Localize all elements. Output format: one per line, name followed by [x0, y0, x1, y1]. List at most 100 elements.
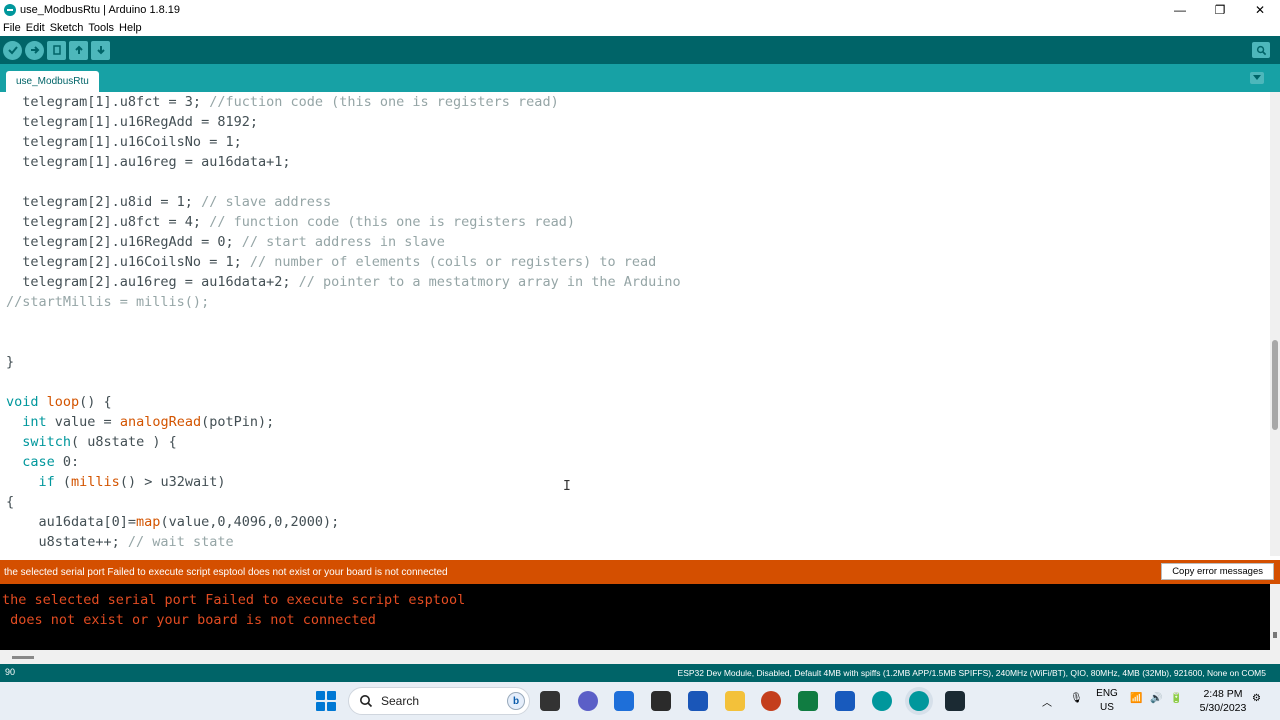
arduino-active-taskbar-icon[interactable]	[909, 691, 929, 711]
code-line: telegram[2].u16RegAdd = 0; // start addr…	[6, 234, 445, 250]
search-icon	[360, 695, 373, 708]
word-icon[interactable]	[835, 691, 855, 711]
teams-chat-icon[interactable]	[578, 691, 598, 711]
chevron-down-icon	[1253, 75, 1261, 80]
console-horizontal-scrollbar[interactable]	[0, 650, 1280, 664]
windows-logo-icon	[316, 691, 325, 700]
clock-date: 5/30/2023	[1199, 702, 1247, 714]
maximize-button[interactable]: ❐	[1200, 0, 1240, 20]
console-line: the selected serial port Failed to execu…	[2, 592, 466, 608]
toolbar	[0, 36, 1280, 64]
language-code: ENG	[1096, 688, 1118, 699]
search-label: Search	[381, 694, 420, 708]
code-editor[interactable]: telegram[1].u8fct = 3; //fuction code (t…	[0, 92, 1270, 556]
show-hidden-icons-icon[interactable]: ︿	[1042, 694, 1052, 709]
store-icon[interactable]	[614, 691, 634, 711]
code-line: {	[6, 494, 15, 510]
microphone-icon[interactable]: 🎙	[1070, 693, 1083, 704]
console-vertical-scrollbar[interactable]	[1270, 584, 1280, 650]
keyboard-region: US	[1100, 702, 1114, 713]
powerpoint-icon[interactable]	[761, 691, 781, 711]
close-button[interactable]: ✕	[1240, 0, 1280, 20]
copy-error-messages-button[interactable]: Copy error messages	[1161, 563, 1274, 580]
windows-logo-icon	[327, 691, 336, 700]
notification-icon[interactable]: ⚙	[1252, 693, 1261, 704]
menu-bar: File Edit Sketch Tools Help	[0, 20, 1280, 36]
code-line: telegram[1].au16reg = au16data+1;	[6, 154, 291, 170]
status-bar: 90 ESP32 Dev Module, Disabled, Default 4…	[0, 664, 1280, 682]
clock-time: 2:48 PM	[1203, 688, 1243, 700]
upload-icon	[30, 46, 39, 54]
code-line: if (millis() > u32wait)	[38, 474, 226, 490]
clock[interactable]: 2:48 PM 5/30/2023	[1196, 687, 1250, 715]
verify-button[interactable]	[3, 40, 22, 60]
tab-menu-button[interactable]	[1250, 72, 1264, 84]
window-titlebar[interactable]: use_ModbusRtu | Arduino 1.8.19 — ❐ ✕	[0, 0, 1280, 20]
windows-taskbar: Search b ︿ 🎙 ENG US 📶 🔊 🔋 2:48 PM 5/30/2…	[0, 682, 1280, 720]
code-line: telegram[1].u8fct = 3; //fuction code (t…	[6, 94, 559, 110]
menu-file[interactable]: File	[3, 22, 21, 34]
window-title: use_ModbusRtu | Arduino 1.8.19	[20, 4, 181, 16]
terminal-icon[interactable]	[945, 691, 965, 711]
code-line: telegram[2].u16CoilsNo = 1; // number of…	[6, 254, 657, 270]
battery-icon[interactable]: 🔋	[1170, 693, 1182, 704]
windows-logo-icon	[316, 702, 325, 711]
menu-tools[interactable]: Tools	[88, 22, 114, 34]
visual-studio-icon[interactable]	[688, 691, 708, 711]
open-icon	[74, 45, 83, 54]
text-cursor-icon: I	[563, 479, 571, 494]
code-line: telegram[2].u8id = 1; // slave address	[6, 194, 332, 210]
code-line: telegram[2].au16reg = au16data+2; // poi…	[6, 274, 681, 290]
task-view-icon[interactable]	[540, 691, 560, 711]
upload-button[interactable]	[25, 40, 44, 60]
volume-icon[interactable]: 🔊	[1150, 693, 1162, 704]
menu-help[interactable]: Help	[119, 22, 142, 34]
windows-logo-icon	[327, 702, 336, 711]
code-line: case 0:	[22, 454, 80, 470]
window-controls: — ❐ ✕	[1160, 0, 1280, 20]
scrollbar-thumb[interactable]	[12, 656, 34, 659]
magnifier-icon	[1256, 45, 1266, 55]
taskbar-search[interactable]: Search b	[348, 687, 530, 715]
line-number: 90	[5, 667, 16, 677]
error-bar: the selected serial port Failed to execu…	[0, 560, 1280, 584]
console-line: does not exist or your board is not conn…	[2, 612, 376, 628]
save-icon	[96, 46, 105, 55]
verify-icon	[7, 46, 18, 55]
error-message: the selected serial port Failed to execu…	[4, 566, 448, 578]
file-explorer-icon[interactable]	[725, 691, 745, 711]
tab-use-modbusrtu[interactable]: use_ModbusRtu	[6, 71, 99, 92]
serial-monitor-button[interactable]	[1252, 42, 1270, 58]
board-info: ESP32 Dev Module, Disabled, Default 4MB …	[677, 668, 1266, 678]
scrollbar-thumb[interactable]	[1272, 340, 1278, 430]
arduino-taskbar-icon[interactable]	[872, 691, 892, 711]
code-line: telegram[1].u16CoilsNo = 1;	[6, 134, 242, 150]
wifi-icon[interactable]: 📶	[1130, 693, 1142, 704]
scroll-arrow-icon[interactable]	[1273, 632, 1277, 638]
bing-icon[interactable]: b	[507, 692, 525, 710]
code-line: //startMillis = millis();	[6, 294, 210, 310]
menu-sketch[interactable]: Sketch	[50, 22, 84, 34]
new-button[interactable]	[47, 40, 66, 60]
windows-start-button[interactable]	[316, 691, 336, 711]
open-button[interactable]	[69, 40, 88, 60]
app-cube-icon[interactable]	[651, 691, 671, 711]
language-indicator[interactable]: ENG US	[1094, 687, 1120, 715]
code-line: switch( u8state ) {	[22, 434, 177, 450]
code-line: void loop() {	[6, 394, 112, 410]
code-line: telegram[1].u16RegAdd = 8192;	[6, 114, 258, 130]
output-console[interactable]: the selected serial port Failed to execu…	[0, 584, 1270, 650]
new-icon	[52, 45, 61, 55]
menu-edit[interactable]: Edit	[26, 22, 45, 34]
excel-icon[interactable]	[798, 691, 818, 711]
minimize-button[interactable]: —	[1160, 0, 1200, 20]
arduino-logo-icon	[4, 4, 16, 16]
code-line: au16data[0]=map(value,0,4096,0,2000);	[6, 514, 340, 530]
editor-vertical-scrollbar[interactable]	[1270, 92, 1280, 556]
code-line: telegram[2].u8fct = 4; // function code …	[6, 214, 575, 230]
code-line: }	[6, 354, 15, 370]
save-button[interactable]	[91, 40, 110, 60]
code-line: int value = analogRead(potPin);	[22, 414, 275, 430]
tab-bar: use_ModbusRtu	[0, 64, 1280, 92]
code-line: u8state++; // wait state	[6, 534, 234, 550]
